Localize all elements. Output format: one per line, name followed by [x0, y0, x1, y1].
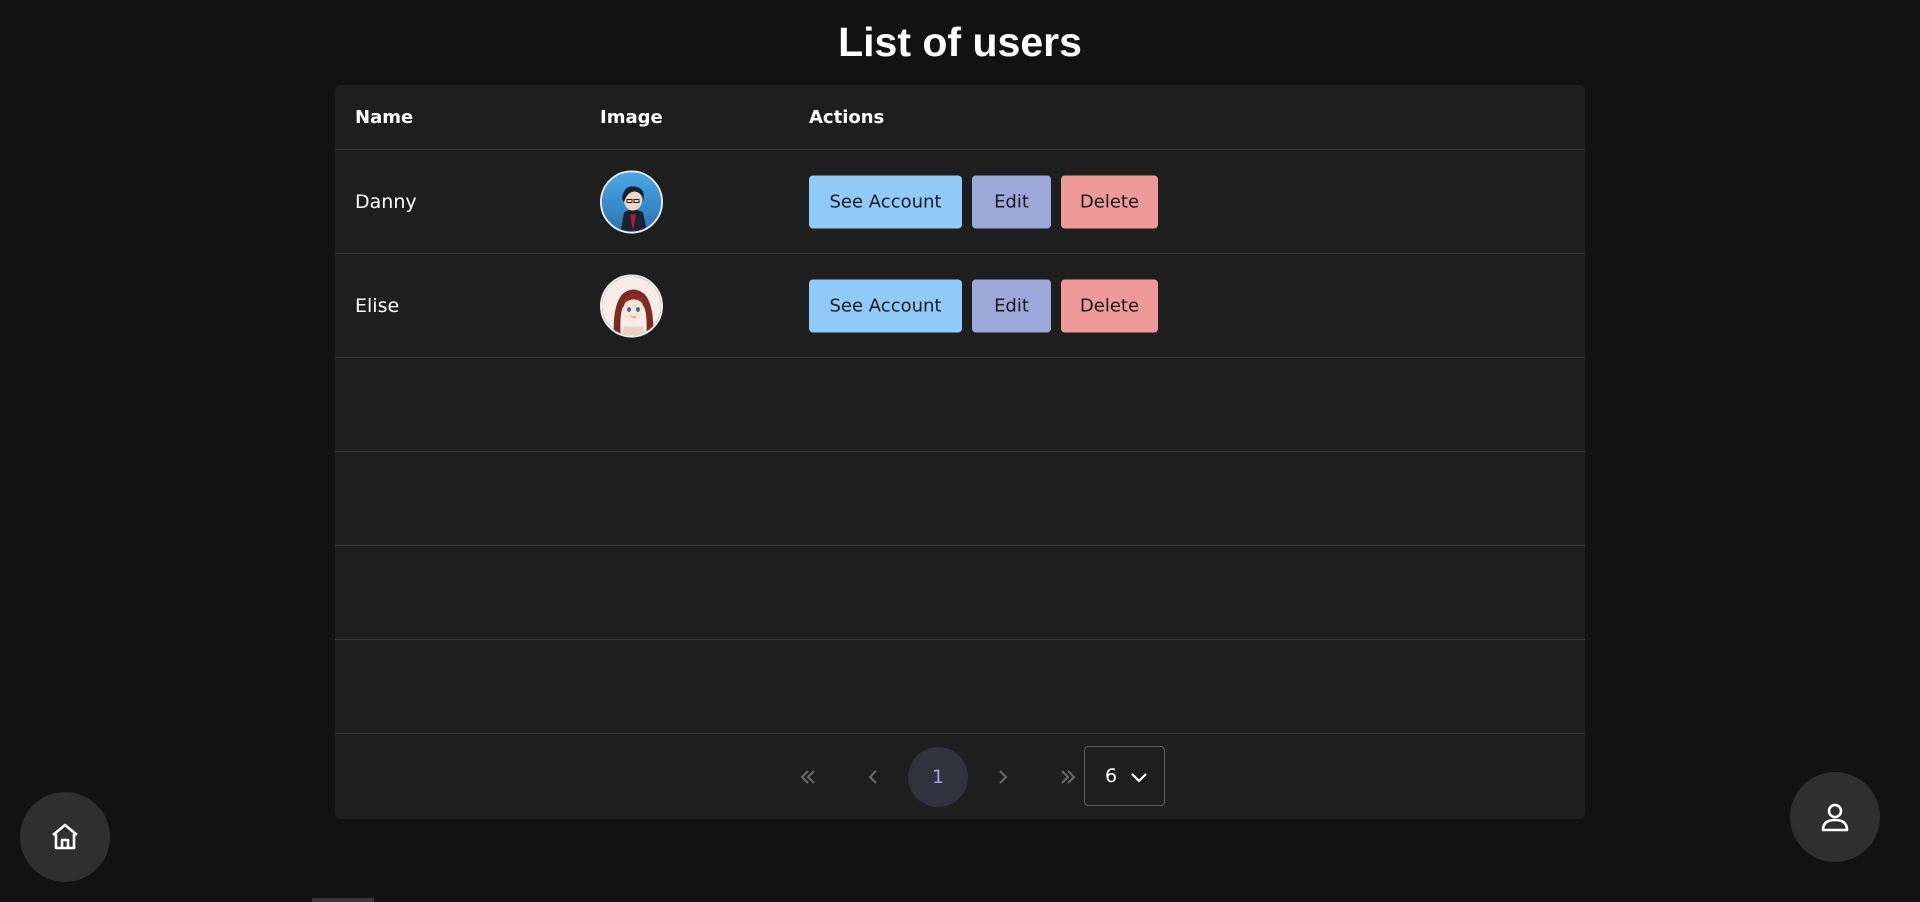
empty-row: [335, 358, 1585, 452]
avatar-elise-icon: [600, 274, 663, 337]
home-icon: [52, 823, 78, 850]
user-account-button[interactable]: [1790, 772, 1880, 862]
scrollbar-thumb[interactable]: [312, 898, 374, 902]
empty-row: [335, 640, 1585, 734]
page-size-value: 6: [1105, 765, 1118, 787]
see-account-button[interactable]: See Account: [809, 279, 962, 332]
table-header: Name Image Actions: [335, 85, 1585, 150]
page-button-current[interactable]: 1: [908, 747, 968, 807]
row-actions: See Account Edit Delete: [809, 279, 1158, 332]
column-header-image: Image: [600, 106, 663, 128]
chevron-right-icon: [999, 770, 1008, 784]
table-row: Danny See Account Edit Delete: [335, 150, 1585, 254]
delete-button[interactable]: Delete: [1061, 175, 1158, 228]
user-name: Danny: [355, 190, 417, 213]
user-icon: [1821, 803, 1849, 832]
page: List of users Name Image Actions Danny S…: [0, 0, 1920, 902]
avatar-danny-icon: [600, 170, 663, 233]
edit-button[interactable]: Edit: [972, 279, 1051, 332]
chevron-left-icon: [868, 770, 877, 784]
first-page-button[interactable]: [778, 747, 838, 807]
double-chevron-right-icon: [1061, 770, 1076, 784]
next-page-button[interactable]: [973, 747, 1033, 807]
user-name: Elise: [355, 294, 400, 317]
chevron-down-icon: [1131, 773, 1147, 783]
previous-page-button[interactable]: [843, 747, 903, 807]
home-button[interactable]: [20, 792, 110, 882]
page-title: List of users: [838, 19, 1082, 65]
users-table: Name Image Actions Danny See Account Edi…: [335, 85, 1585, 819]
row-actions: See Account Edit Delete: [809, 175, 1158, 228]
page-size-select[interactable]: 6: [1084, 746, 1165, 806]
see-account-button[interactable]: See Account: [809, 175, 962, 228]
empty-row: [335, 452, 1585, 546]
column-header-name: Name: [355, 106, 414, 128]
edit-button[interactable]: Edit: [972, 175, 1051, 228]
table-row: Elise See Account Edit Delete: [335, 254, 1585, 358]
delete-button[interactable]: Delete: [1061, 279, 1158, 332]
pagination: 1 6: [335, 733, 1585, 819]
column-header-actions: Actions: [809, 106, 885, 128]
empty-row: [335, 546, 1585, 640]
double-chevron-left-icon: [800, 770, 815, 784]
